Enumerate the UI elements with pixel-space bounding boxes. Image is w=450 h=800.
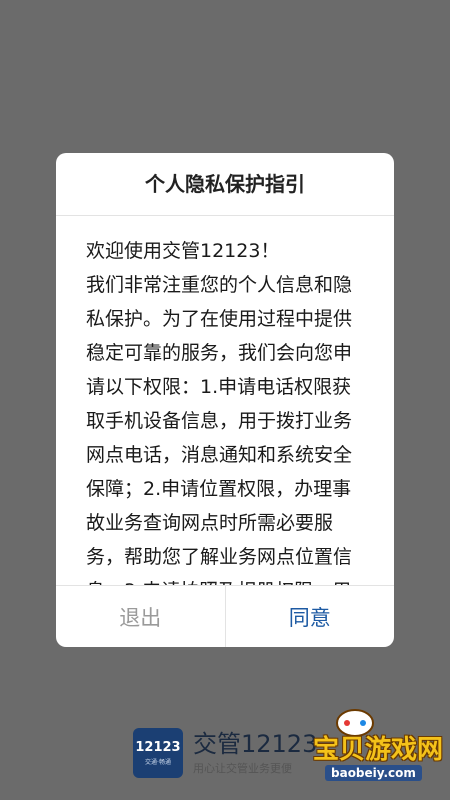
brand-slogan: 用心让交管业务更便: [193, 761, 292, 775]
logo-text: 12123: [135, 740, 181, 755]
dialog-footer: 退出 同意: [56, 585, 394, 647]
watermark-logo: 宝贝游戏网 baobeiy.com: [305, 705, 445, 795]
app-brand: 12123 交通·畅通 交管12123 用心让交管业务更便: [133, 727, 317, 779]
exit-button[interactable]: 退出: [56, 586, 226, 647]
brand-text: 交管12123 用心让交管业务更便: [193, 731, 317, 776]
privacy-dialog: 个人隐私保护指引 欢迎使用交管12123！ 我们非常注重您的个人信息和隐私保护。…: [56, 153, 394, 647]
agree-button[interactable]: 同意: [226, 586, 395, 647]
logo-subtext: 交通·畅通: [145, 759, 171, 766]
dialog-body-scroll[interactable]: 欢迎使用交管12123！ 我们非常注重您的个人信息和隐私保护。为了在使用过程中提…: [56, 216, 394, 586]
app-logo: 12123 交通·畅通: [133, 728, 183, 778]
brand-name: 交管12123: [193, 729, 318, 758]
dialog-body-text: 欢迎使用交管12123！ 我们非常注重您的个人信息和隐私保护。为了在使用过程中提…: [86, 240, 353, 586]
watermark-url: baobeiy.com: [325, 765, 422, 781]
watermark-text: 宝贝游戏网: [313, 735, 444, 765]
dialog-title: 个人隐私保护指引: [56, 153, 394, 216]
